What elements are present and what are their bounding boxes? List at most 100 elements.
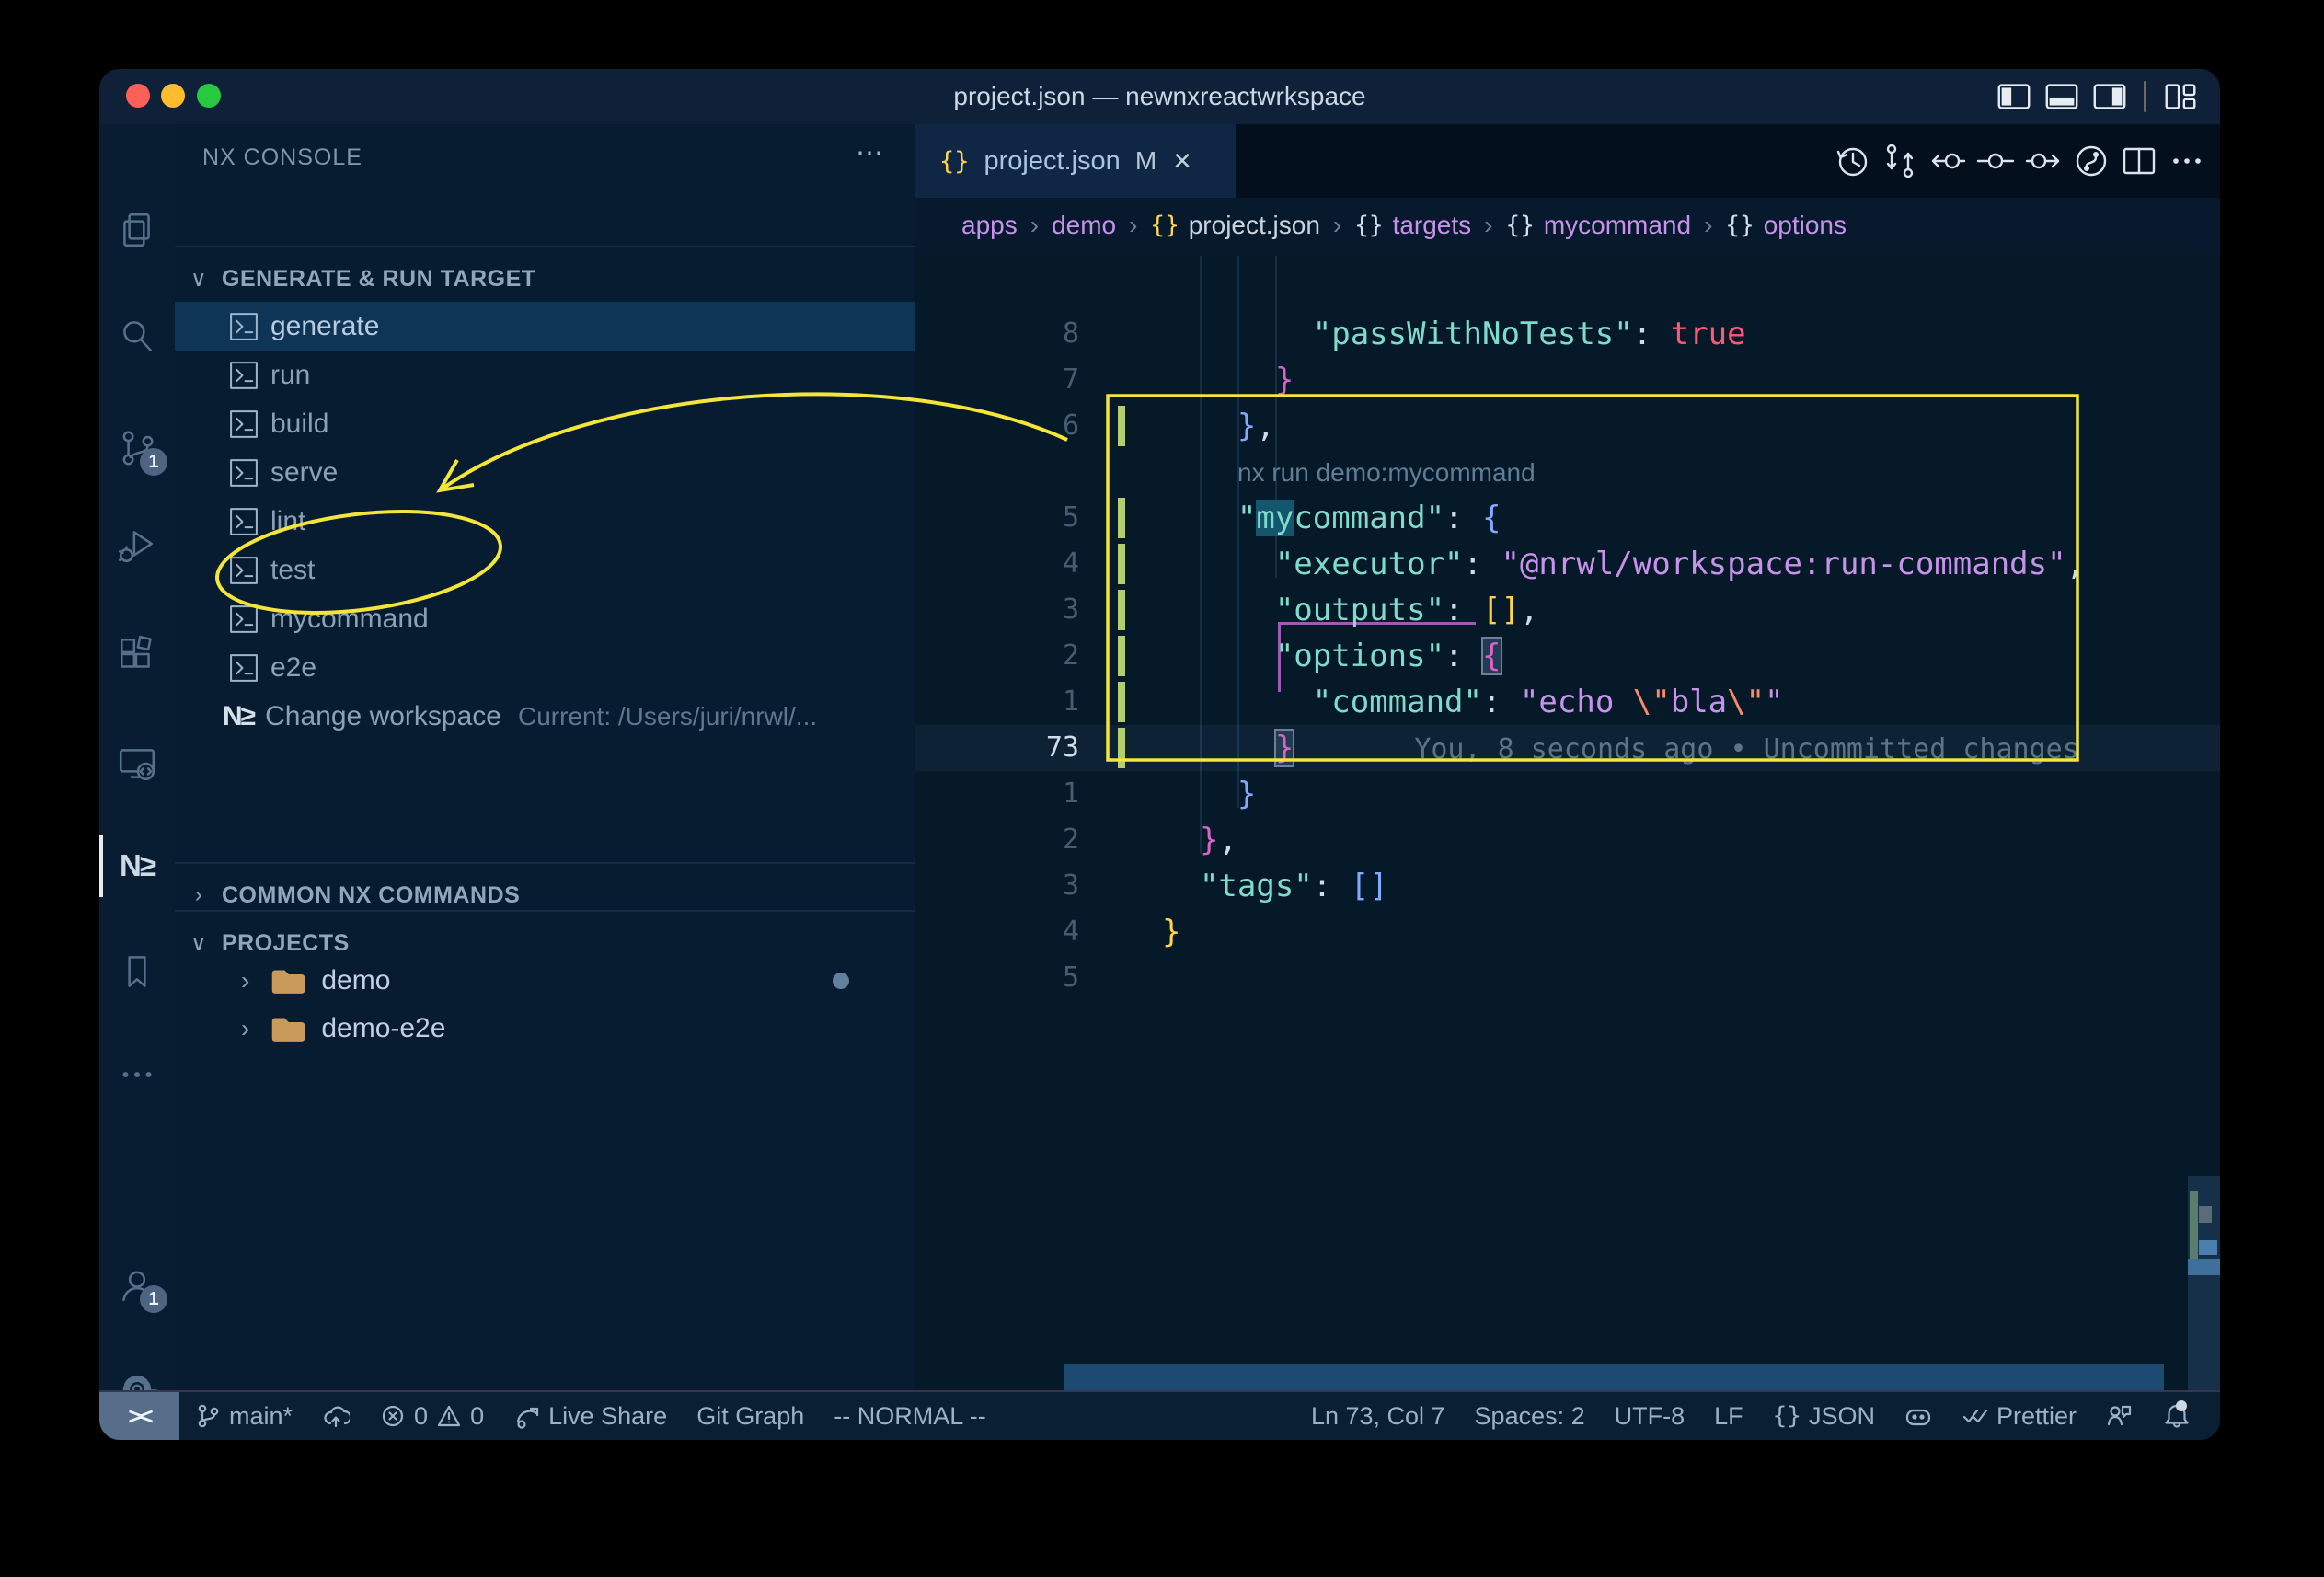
chevron-icon: › bbox=[241, 1014, 249, 1043]
sidebar-item-change-workspace[interactable]: N≥Change workspaceCurrent: /Users/juri/n… bbox=[175, 692, 915, 741]
sidebar-item-generate[interactable]: generate bbox=[175, 302, 915, 351]
editor-group: {} project.json M × apps›demo›{}project.… bbox=[915, 124, 2220, 1392]
codelens-row[interactable]: nx run demo:mycommand bbox=[915, 449, 2220, 495]
horizontal-scrollbar[interactable] bbox=[1064, 1364, 2164, 1391]
activity-item-remote-explorer[interactable] bbox=[99, 719, 175, 807]
toggle-sidebar-left-icon[interactable] bbox=[1995, 77, 2033, 116]
activity-item-extensions[interactable] bbox=[99, 611, 175, 699]
toggle-sidebar-right-icon[interactable] bbox=[2090, 77, 2129, 116]
remote-explorer-icon bbox=[116, 742, 158, 784]
status-remote-indicator[interactable]: >< bbox=[99, 1392, 179, 1440]
history-icon[interactable] bbox=[1832, 141, 1872, 181]
breadcrumb-item-mycommand[interactable]: {}mycommand bbox=[1506, 211, 1692, 240]
code-line[interactable]: 2 "options": { bbox=[915, 633, 2220, 679]
codelens-run-command[interactable]: nx run demo:mycommand bbox=[1237, 449, 1536, 495]
status-cursor-position[interactable]: Ln 73, Col 7 bbox=[1296, 1392, 1460, 1440]
tab-close-icon[interactable]: × bbox=[1173, 144, 1191, 179]
project-row-demo-e2e[interactable]: ›demo-e2e bbox=[175, 1005, 915, 1053]
label: LF bbox=[1714, 1402, 1743, 1431]
status-feedback[interactable] bbox=[2091, 1392, 2148, 1440]
code-line[interactable]: 1 "command": "echo \"bla\"" bbox=[915, 679, 2220, 725]
badge: 1 bbox=[140, 448, 167, 476]
sidebar-item-test[interactable]: test bbox=[175, 546, 915, 594]
status-problems[interactable]: 00 bbox=[364, 1392, 499, 1440]
status-indentation[interactable]: Spaces: 2 bbox=[1460, 1392, 1600, 1440]
git-modified-bar bbox=[1118, 544, 1125, 584]
section-header-projects[interactable]: ∨PROJECTS bbox=[175, 927, 915, 960]
toggle-panel-icon[interactable] bbox=[2042, 77, 2081, 116]
activity-item-search[interactable] bbox=[99, 292, 175, 380]
code-text: "outputs": [], bbox=[1162, 587, 1538, 633]
code-line[interactable]: 6 }, bbox=[915, 403, 2220, 449]
breadcrumb-item-apps[interactable]: apps bbox=[961, 211, 1018, 240]
code-line[interactable]: 3 "tags": [] bbox=[915, 863, 2220, 909]
section-header-generate-run-target[interactable]: ∨GENERATE & RUN TARGET bbox=[175, 262, 915, 295]
section-header-common-nx-commands[interactable]: ›COMMON NX COMMANDS bbox=[175, 879, 915, 912]
sidebar-item-serve[interactable]: serve bbox=[175, 448, 915, 497]
breadcrumb-label: options bbox=[1764, 211, 1847, 240]
code-line[interactable]: 73 }You, 8 seconds ago • Uncommitted cha… bbox=[915, 725, 2220, 771]
status-formatter[interactable]: Prettier bbox=[1947, 1392, 2091, 1440]
code-line[interactable]: 5 bbox=[915, 955, 2220, 1001]
sidebar-item-run[interactable]: run bbox=[175, 351, 915, 399]
code-line[interactable]: 8 "passWithNoTests": true bbox=[915, 311, 2220, 357]
status-copilot[interactable] bbox=[1890, 1392, 1947, 1440]
breadcrumb-label: demo bbox=[1052, 211, 1116, 240]
customize-layout-icon[interactable] bbox=[2161, 77, 2200, 116]
status-live-share[interactable]: Live Share bbox=[499, 1392, 682, 1440]
open-revision-icon[interactable] bbox=[2071, 141, 2111, 181]
sidebar-title: NX CONSOLE bbox=[202, 144, 362, 171]
next-change-icon[interactable] bbox=[2023, 141, 2064, 181]
split-editor-icon[interactable] bbox=[2119, 141, 2159, 181]
status-encoding[interactable]: UTF-8 bbox=[1600, 1392, 1700, 1440]
activity-bar: 1N≥11 bbox=[99, 124, 175, 1392]
status-git-graph[interactable]: Git Graph bbox=[682, 1392, 819, 1440]
minimap-viewport bbox=[2188, 1259, 2220, 1275]
change-icon[interactable] bbox=[1975, 141, 2016, 181]
code-line[interactable]: 2 }, bbox=[915, 817, 2220, 863]
activity-item-run-debug[interactable] bbox=[99, 501, 175, 589]
activity-item-more-views[interactable] bbox=[99, 1030, 175, 1119]
code-area[interactable]: 8 "passWithNoTests": true7 }6 },nx run d… bbox=[915, 256, 2220, 1392]
label: main* bbox=[229, 1402, 293, 1431]
breadcrumb-item-project.json[interactable]: {}project.json bbox=[1150, 211, 1320, 240]
status-language-mode[interactable]: {}JSON bbox=[1758, 1392, 1890, 1440]
status-notifications[interactable] bbox=[2148, 1392, 2205, 1440]
sidebar-more-actions[interactable]: ⋯ bbox=[856, 137, 885, 169]
project-label: demo bbox=[321, 965, 390, 996]
sidebar-item-lint[interactable]: lint bbox=[175, 497, 915, 546]
breadcrumb-item-demo[interactable]: demo bbox=[1052, 211, 1116, 240]
activity-item-accounts[interactable]: 1 bbox=[99, 1241, 175, 1330]
error-icon bbox=[379, 1402, 407, 1430]
status-eol[interactable]: LF bbox=[1699, 1392, 1758, 1440]
code-line[interactable]: 4 "executor": "@nrwl/workspace:run-comma… bbox=[915, 541, 2220, 587]
status-publish[interactable] bbox=[307, 1392, 364, 1440]
code-line[interactable]: 4} bbox=[915, 909, 2220, 955]
sidebar-item-e2e[interactable]: e2e bbox=[175, 643, 915, 692]
status-vim-mode[interactable]: -- NORMAL -- bbox=[819, 1392, 1000, 1440]
activity-item-bookmarks[interactable] bbox=[99, 927, 175, 1016]
breadcrumb-separator: › bbox=[1333, 211, 1341, 240]
more-actions-icon[interactable] bbox=[2167, 141, 2207, 181]
breadcrumb-item-options[interactable]: {}options bbox=[1725, 211, 1847, 240]
compare-changes-icon[interactable] bbox=[1880, 141, 1920, 181]
sidebar-item-mycommand[interactable]: mycommand bbox=[175, 594, 915, 643]
tab-project-json[interactable]: {} project.json M × bbox=[915, 124, 1236, 198]
activity-item-nx-console[interactable]: N≥ bbox=[99, 822, 175, 910]
chevron-icon: › bbox=[187, 882, 211, 908]
code-line[interactable]: 3 "outputs": [], bbox=[915, 587, 2220, 633]
status-branch[interactable]: main* bbox=[179, 1392, 307, 1440]
live-share-icon bbox=[513, 1402, 541, 1430]
target-label: test bbox=[270, 555, 315, 586]
code-line[interactable]: 7 } bbox=[915, 357, 2220, 403]
sidebar-item-build[interactable]: build bbox=[175, 399, 915, 448]
json-file-icon: {} bbox=[939, 147, 970, 176]
activity-item-source-control[interactable]: 1 bbox=[99, 404, 175, 492]
code-line[interactable]: 5 "mycommand": { bbox=[915, 495, 2220, 541]
code-line[interactable]: 1 } bbox=[915, 771, 2220, 817]
activity-item-explorer[interactable] bbox=[99, 186, 175, 274]
previous-change-icon[interactable] bbox=[1927, 141, 1968, 181]
breadcrumb-item-targets[interactable]: {}targets bbox=[1354, 211, 1471, 240]
code-text: } bbox=[1162, 909, 1180, 955]
project-row-demo[interactable]: ›demo bbox=[175, 957, 915, 1005]
